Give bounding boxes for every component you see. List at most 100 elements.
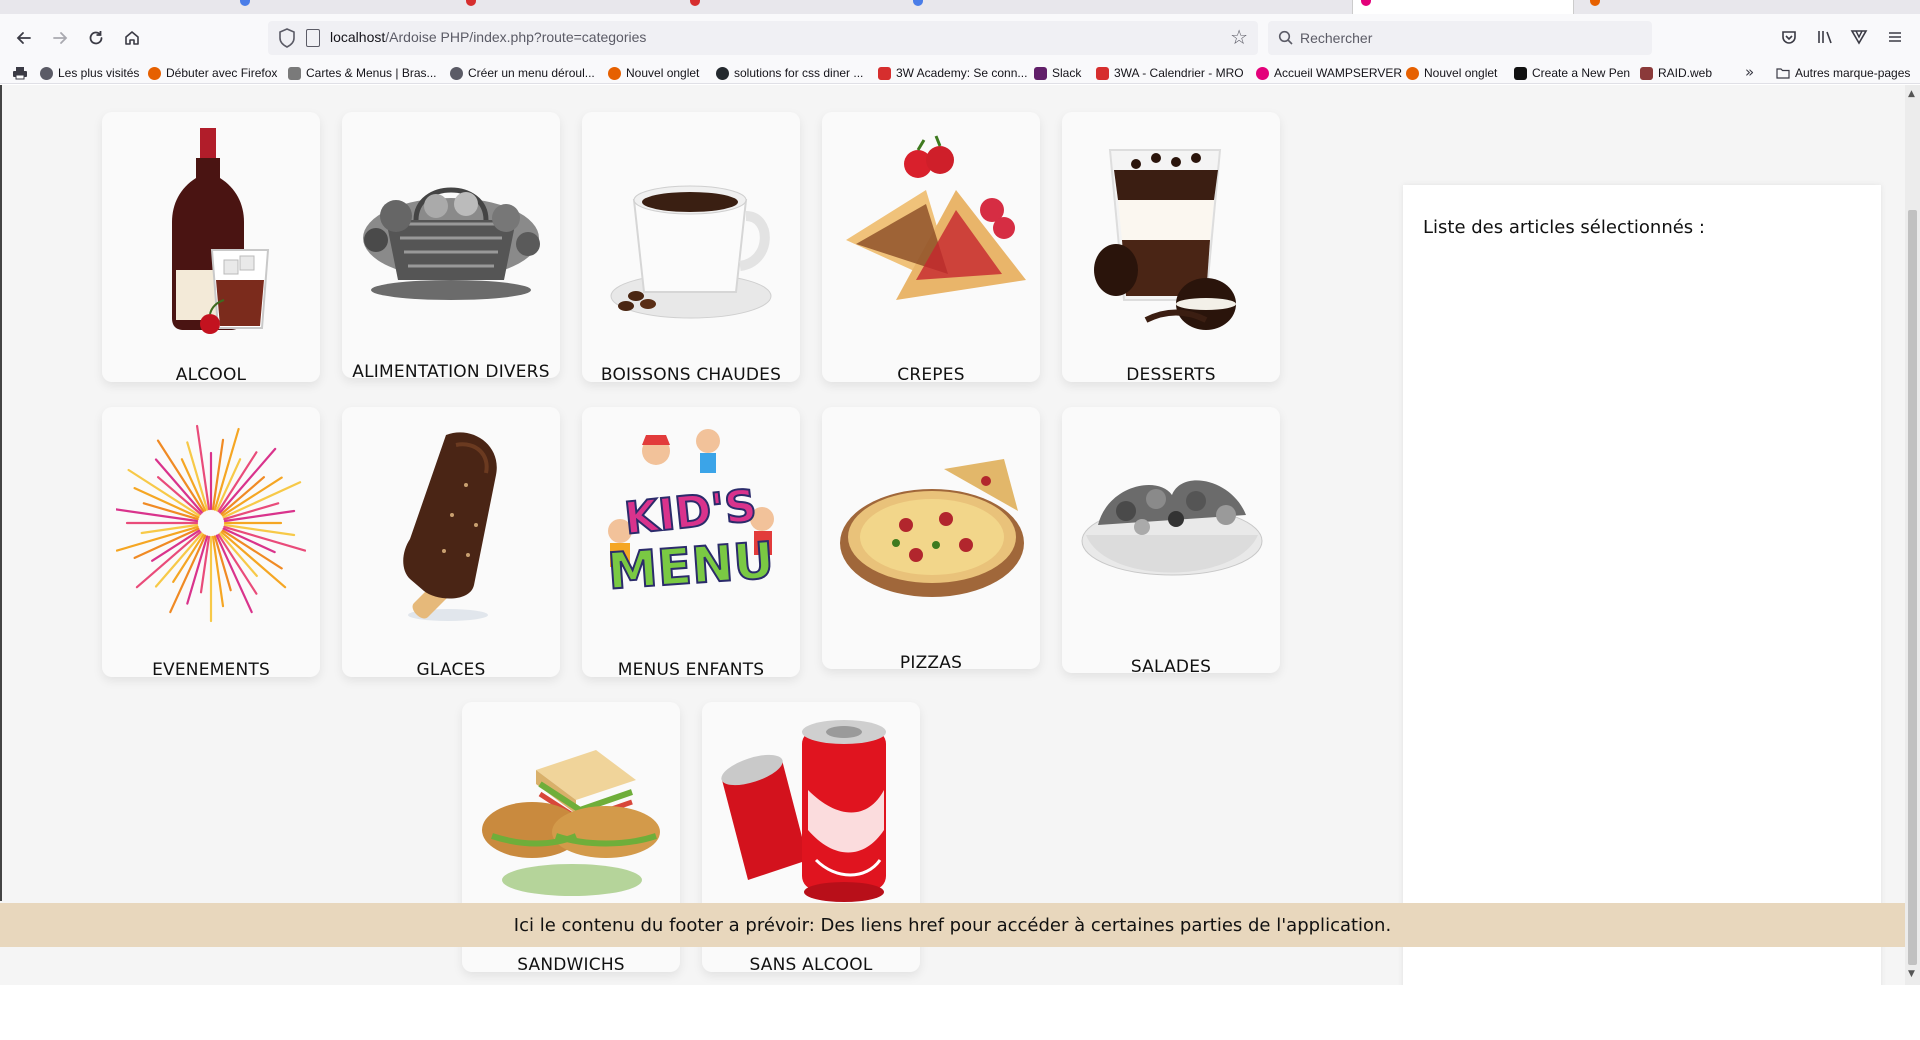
category-card-salades[interactable]: SALADES [1062, 407, 1280, 677]
category-label[interactable]: ALIMENTATION DIVERS [342, 362, 560, 382]
bookmark-item[interactable]: Créer un menu déroul... [450, 65, 595, 81]
crepe-icon[interactable] [836, 120, 1026, 338]
category-label[interactable]: DESSERTS [1062, 365, 1280, 385]
category-label[interactable]: GLACES [342, 660, 560, 680]
scroll-up-icon[interactable]: ▲ [1908, 89, 1915, 99]
kids-menu-icon[interactable]: KID'S MENU [596, 415, 786, 633]
tab-favicon[interactable] [240, 0, 250, 6]
category-card-glaces[interactable]: GLACES [342, 407, 560, 680]
dessert-cup-icon[interactable] [1076, 120, 1266, 338]
category-label[interactable]: SANDWICHS [462, 955, 680, 975]
library-icon[interactable] [1814, 26, 1836, 48]
home-button[interactable] [116, 22, 148, 54]
bookmark-item[interactable]: Accueil WAMPSERVER [1256, 65, 1402, 81]
bookmark-item[interactable]: Cartes & Menus | Bras... [288, 65, 437, 81]
search-input[interactable]: Rechercher [1268, 21, 1652, 55]
category-label[interactable]: PIZZAS [822, 653, 1040, 673]
academy-icon [1096, 66, 1109, 80]
reload-button[interactable] [80, 22, 112, 54]
category-card-alimentation-divers[interactable]: ALIMENTATION DIVERS [342, 112, 560, 382]
category-label[interactable]: SALADES [1062, 657, 1280, 677]
url-text[interactable]: localhost/Ardoise PHP/index.php?route=ca… [330, 29, 646, 45]
bookmark-item[interactable]: 3W Academy: Se conn... [878, 65, 1027, 81]
category-card-desserts[interactable]: DESSERTS [1062, 112, 1280, 385]
liquor-bottle-icon[interactable] [116, 120, 306, 338]
page-scrollbar[interactable]: ▲ ▼ [1905, 85, 1920, 985]
bookmark-label: Create a New Pen [1532, 66, 1631, 80]
shield-icon[interactable] [278, 28, 296, 48]
soda-can-icon[interactable] [716, 710, 906, 928]
bookmark-label: solutions for css diner ... [734, 66, 864, 80]
bookmark-item[interactable]: Slack [1034, 65, 1081, 81]
selected-items-title: Liste des articles sélectionnés : [1423, 217, 1705, 238]
academy-icon [878, 66, 891, 80]
window-bottom-blank [0, 985, 1920, 1040]
scroll-down-icon[interactable]: ▼ [1908, 969, 1915, 979]
github-icon [716, 66, 729, 80]
bookmark-item[interactable]: Débuter avec Firefox [148, 65, 277, 81]
extension-icon[interactable] [1848, 26, 1870, 48]
bookmark-item[interactable]: 3WA - Calendrier - MRO [1096, 65, 1244, 81]
bookmark-item[interactable]: Create a New Pen [1514, 65, 1630, 81]
bookmark-star-icon[interactable]: ☆ [1230, 25, 1248, 49]
bookmark-other-folder[interactable]: Autres marque-pages [1776, 65, 1910, 81]
tab-favicon[interactable] [1590, 0, 1600, 6]
category-card-alcool[interactable]: ALCOOL [102, 112, 320, 385]
bookmark-item[interactable]: Nouvel onglet [1406, 65, 1497, 81]
hamburger-menu-icon[interactable] [1884, 26, 1906, 48]
address-bar[interactable]: localhost/Ardoise PHP/index.php?route=ca… [268, 21, 1258, 55]
grocery-basket-icon[interactable] [356, 120, 546, 338]
category-card-crepes[interactable]: CREPES [822, 112, 1040, 385]
search-icon [1278, 30, 1293, 45]
firefox-icon [608, 66, 621, 80]
tab-favicon[interactable] [690, 0, 700, 6]
bookmark-item[interactable]: RAID.web [1640, 65, 1712, 81]
category-card-pizzas[interactable]: PIZZAS [822, 407, 1040, 673]
category-label[interactable]: SANS ALCOOL [702, 955, 920, 975]
tab-favicon[interactable] [913, 0, 923, 6]
category-card-evenements[interactable]: EVENEMENTS [102, 407, 320, 680]
bookmark-item[interactable]: Nouvel onglet [608, 65, 699, 81]
salad-bowl-icon[interactable] [1076, 415, 1266, 633]
bookmark-other-label: Autres marque-pages [1795, 66, 1911, 80]
scrollbar-thumb[interactable] [1908, 210, 1917, 965]
bookmarks-overflow-icon[interactable]: » [1745, 63, 1754, 81]
ice-cream-bar-icon[interactable] [356, 415, 546, 633]
url-path: /Ardoise PHP/index.php?route=categories [385, 29, 647, 45]
url-host: localhost [330, 29, 386, 45]
tab-strip [0, 0, 1920, 14]
bookmark-label: RAID.web [1658, 66, 1713, 80]
slack-icon [1034, 66, 1047, 80]
firefox-icon [148, 66, 161, 80]
coffee-cup-icon[interactable] [596, 120, 786, 338]
reload-icon [89, 31, 103, 45]
printer-icon[interactable] [12, 66, 28, 80]
category-label[interactable]: CREPES [822, 365, 1040, 385]
pocket-icon[interactable] [1778, 26, 1800, 48]
back-button[interactable] [8, 22, 40, 54]
bookmark-item[interactable]: solutions for css diner ... [716, 65, 863, 81]
sandwich-icon[interactable] [476, 710, 666, 928]
category-label[interactable]: EVENEMENTS [102, 660, 320, 680]
category-label[interactable]: ALCOOL [102, 365, 320, 385]
bookmark-item[interactable]: Les plus visités [40, 65, 139, 81]
bookmark-label: Les plus visités [58, 66, 140, 80]
tab-active[interactable] [1352, 0, 1574, 14]
forward-arrow-icon [53, 32, 68, 44]
pizza-icon[interactable] [836, 415, 1026, 633]
wamp-icon [1256, 66, 1269, 80]
firework-icon[interactable] [112, 415, 307, 633]
page-edge-line [0, 85, 2, 901]
category-label[interactable]: BOISSONS CHAUDES [582, 365, 800, 385]
tab-favicon[interactable] [466, 0, 476, 6]
back-arrow-icon [16, 32, 31, 44]
category-label[interactable]: MENUS ENFANTS [582, 660, 800, 680]
bookmark-label: Accueil WAMPSERVER [1274, 66, 1403, 80]
tab-favicon [1361, 0, 1371, 6]
category-card-menus-enfants[interactable]: KID'S MENU MENUS ENFANTS [582, 407, 800, 680]
page-icon[interactable] [306, 29, 320, 47]
category-card-boissons-chaudes[interactable]: BOISSONS CHAUDES [582, 112, 800, 385]
raid-icon [1640, 66, 1653, 80]
forward-button[interactable] [44, 22, 76, 54]
footer: Ici le contenu du footer a prévoir: Des … [0, 903, 1905, 947]
